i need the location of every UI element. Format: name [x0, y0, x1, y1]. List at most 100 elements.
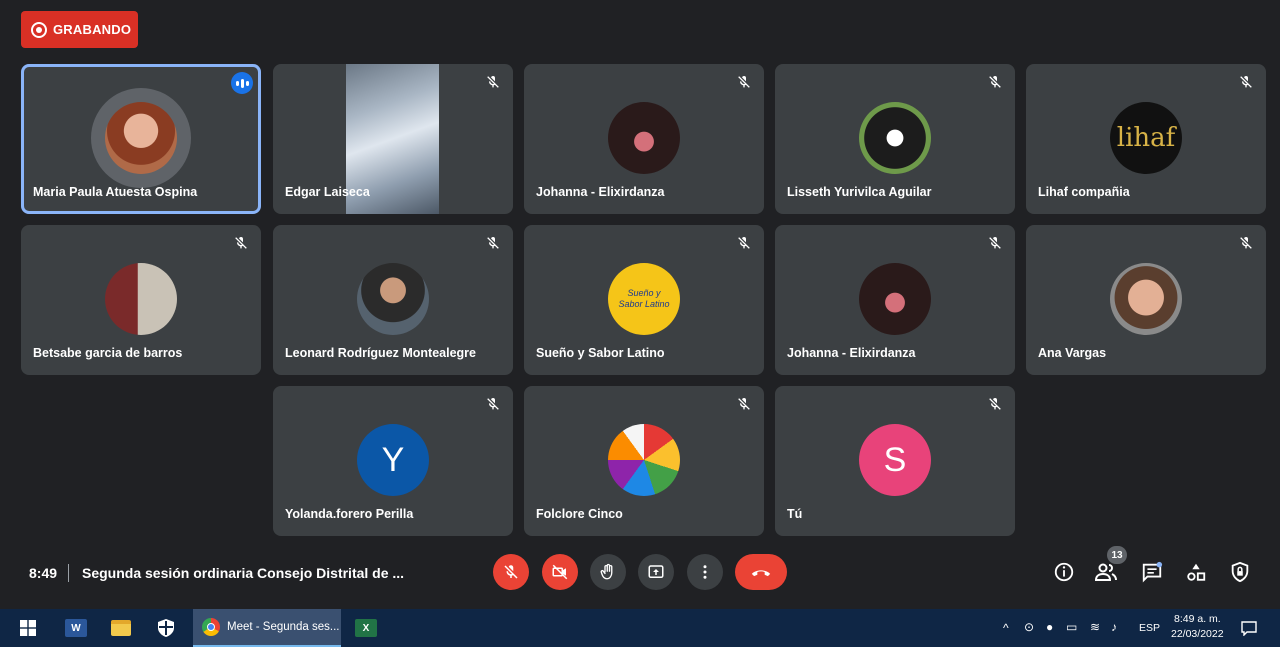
present-screen-button[interactable] [638, 554, 674, 590]
chrome-icon [202, 618, 220, 636]
meeting-controls-bar: 8:49 Segunda sesión ordinaria Consejo Di… [0, 546, 1280, 600]
participant-tile[interactable]: Betsabe garcia de barros [21, 225, 261, 375]
record-icon [31, 21, 47, 38]
microphone-tray-icon[interactable]: ● [1046, 620, 1053, 634]
avatar [608, 424, 680, 496]
more-options-button[interactable] [687, 554, 723, 590]
participant-tile[interactable]: Sueño y Sabor Latino Sueño y Sabor Latin… [524, 225, 764, 375]
participant-name: Maria Paula Atuesta Ospina [33, 185, 198, 199]
recording-label: GRABANDO [53, 22, 132, 37]
info-icon [1054, 562, 1074, 582]
host-controls-button[interactable] [1228, 560, 1252, 584]
mic-off-icon [989, 236, 1001, 249]
mic-off-icon [738, 75, 750, 88]
participant-name: Leonard Rodríguez Montealegre [285, 346, 476, 360]
avatar: Sueño y Sabor Latino [608, 263, 680, 335]
participant-name: Sueño y Sabor Latino [536, 346, 665, 360]
mic-off-icon [487, 75, 499, 88]
taskbar-excel[interactable]: X [346, 609, 386, 647]
meeting-title: Segunda sesión ordinaria Consejo Distrit… [82, 565, 405, 581]
participant-tile[interactable]: Johanna - Elixirdanza [775, 225, 1015, 375]
speaking-indicator-icon [231, 72, 253, 94]
taskbar-date[interactable]: 22/03/2022 [1171, 628, 1224, 640]
mic-off-icon [738, 397, 750, 410]
volume-icon[interactable]: ♪ [1111, 620, 1117, 634]
battery-icon[interactable]: ▭ [1066, 620, 1077, 634]
mic-off-icon [989, 75, 1001, 88]
mic-off-icon [1240, 75, 1252, 88]
recording-badge: GRABANDO [21, 11, 138, 48]
meet-tray-icon[interactable]: ⊙ [1024, 620, 1034, 634]
chat-icon [1142, 561, 1163, 583]
avatar: lihaf [1110, 102, 1182, 174]
mic-off-icon [235, 236, 247, 249]
mic-off-icon [1240, 236, 1252, 249]
participant-name: Johanna - Elixirdanza [536, 185, 665, 199]
notification-icon [1241, 621, 1257, 636]
taskbar-word[interactable]: W [56, 609, 96, 647]
more-vert-icon [703, 565, 707, 579]
avatar [859, 102, 931, 174]
participant-tile[interactable]: lihaf Lihaf compañia [1026, 64, 1266, 214]
start-button[interactable] [8, 609, 48, 647]
chat-button[interactable] [1140, 560, 1164, 584]
participant-count-badge: 13 [1107, 546, 1127, 564]
avatar: S [859, 424, 931, 496]
participant-tile[interactable]: Maria Paula Atuesta Ospina [21, 64, 261, 214]
participant-tile[interactable]: Lisseth Yurivilca Aguilar [775, 64, 1015, 214]
meeting-clock: 8:49 [29, 565, 58, 581]
participant-name: Tú [787, 507, 803, 521]
present-icon [648, 565, 664, 578]
wifi-icon[interactable]: ≋ [1090, 620, 1100, 634]
activities-button[interactable] [1184, 560, 1208, 584]
notifications-button[interactable] [1234, 609, 1264, 647]
participant-tile[interactable]: Y Yolanda.forero Perilla [273, 386, 513, 536]
tray-expand-icon[interactable]: ^ [1003, 621, 1009, 635]
participant-tile[interactable]: Johanna - Elixirdanza [524, 64, 764, 214]
camera-toggle-button[interactable] [542, 554, 578, 590]
leave-call-button[interactable] [735, 554, 787, 590]
shapes-icon [1187, 563, 1206, 581]
participant-name: Yolanda.forero Perilla [285, 507, 414, 521]
taskbar-security[interactable] [146, 609, 186, 647]
shield-lock-icon [1231, 561, 1249, 583]
mic-off-icon [487, 236, 499, 249]
taskbar-chrome-meet[interactable]: Meet - Segunda ses... [193, 609, 341, 647]
folder-icon [111, 620, 131, 636]
participant-name: Ana Vargas [1038, 346, 1107, 360]
hangup-icon [751, 570, 771, 577]
mic-toggle-button[interactable] [493, 554, 529, 590]
participant-tile[interactable]: Folclore Cinco [524, 386, 764, 536]
mic-off-icon [487, 397, 499, 410]
participant-tile[interactable]: Ana Vargas [1026, 225, 1266, 375]
meeting-details-button[interactable] [1052, 560, 1076, 584]
taskbar-window-label: Meet - Segunda ses... [227, 621, 340, 633]
participant-tile[interactable]: Leonard Rodríguez Montealegre [273, 225, 513, 375]
taskbar-time[interactable]: 8:49 a. m. [1174, 613, 1221, 625]
mic-off-icon [989, 397, 1001, 410]
participant-name: Edgar Laiseca [285, 185, 370, 199]
shield-icon [158, 619, 174, 637]
avatar [1110, 263, 1182, 335]
participant-name: Folclore Cinco [536, 507, 623, 521]
taskbar-file-explorer[interactable] [101, 609, 141, 647]
language-indicator[interactable]: ESP [1139, 622, 1160, 634]
avatar [859, 263, 931, 335]
avatar: Y [357, 424, 429, 496]
windows-taskbar: W Meet - Segunda ses... X ^ ⊙ ● ▭ ≋ ♪ ES… [0, 609, 1280, 647]
participant-name: Betsabe garcia de barros [33, 346, 183, 360]
divider [68, 564, 69, 582]
windows-logo-icon [20, 620, 36, 636]
mic-off-icon [504, 565, 518, 579]
mic-off-icon [738, 236, 750, 249]
participant-tile[interactable]: Edgar Laiseca [273, 64, 513, 214]
word-icon: W [65, 619, 87, 637]
participant-name: Johanna - Elixirdanza [787, 346, 916, 360]
participant-tile[interactable]: S Tú [775, 386, 1015, 536]
avatar [608, 102, 680, 174]
raise-hand-button[interactable] [590, 554, 626, 590]
camera-off-icon [552, 564, 568, 580]
avatar [357, 263, 429, 335]
hand-icon [600, 563, 613, 580]
participant-name: Lihaf compañia [1038, 185, 1130, 199]
